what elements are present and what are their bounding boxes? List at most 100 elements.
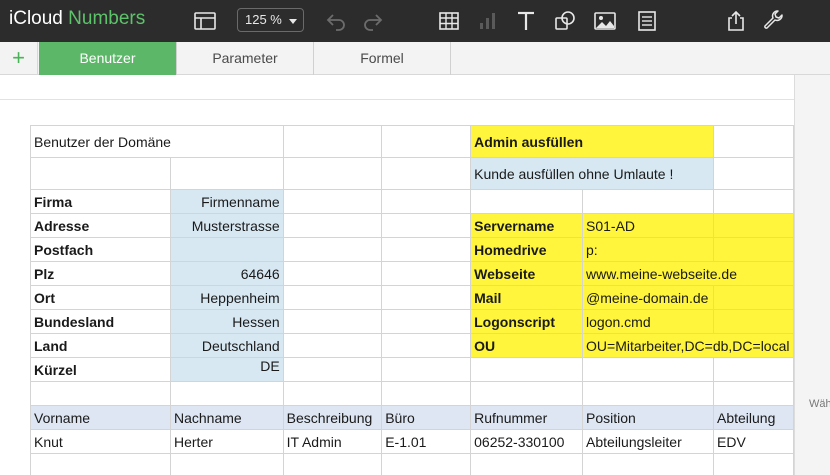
admin-value-mail[interactable]: @meine-domain.de [582,285,714,310]
cell[interactable] [582,453,714,475]
column-header-beschreibung: Beschreibung [282,405,383,430]
cell[interactable] [170,453,284,475]
cell[interactable] [282,213,383,238]
table-cell[interactable]: 06252-330100 [470,429,584,454]
admin-label-logonscript: Logonscript [470,309,584,334]
admin-label-ou: OU [470,333,584,358]
redo-icon[interactable] [361,9,385,33]
cell[interactable] [381,285,472,310]
cell[interactable] [282,381,383,406]
admin-value-servername[interactable]: S01-AD [582,213,714,238]
cell[interactable] [381,189,472,214]
table-icon[interactable] [437,9,461,33]
field-value-firma[interactable]: Firmenname [170,189,284,214]
cell[interactable] [282,157,383,190]
cell[interactable] [470,189,584,214]
table-cell[interactable]: Knut [30,429,171,454]
add-sheet-icon[interactable]: + [0,42,38,75]
column-header-buero: Büro [381,405,472,430]
field-value-land[interactable]: Deutschland [170,333,284,358]
cell[interactable] [713,125,794,158]
customer-hint: Kunde ausfüllen ohne Umlaute ! [470,157,714,190]
table-cell[interactable]: IT Admin [282,429,383,454]
cell[interactable] [282,333,383,358]
cell[interactable] [582,357,714,382]
tab-formel[interactable]: Formel [314,42,451,75]
cell[interactable] [282,189,383,214]
cell[interactable] [713,309,794,334]
app-brand: iCloud [9,8,63,29]
cell[interactable] [713,381,794,406]
admin-value-ou[interactable]: OU=Mitarbeiter,DC=db,DC=local [582,333,794,358]
zoom-value: 125 % [245,12,282,27]
cell[interactable] [713,213,794,238]
column-header-vorname: Vorname [30,405,171,430]
admin-value-logonscript[interactable]: logon.cmd [582,309,714,334]
sheet-canvas[interactable]: Benutzer der Domäne Admin ausfüllen Kund… [0,75,794,475]
cell[interactable] [282,357,383,382]
cell[interactable] [713,453,794,475]
cell[interactable] [381,237,472,262]
field-value-ort[interactable]: Heppenheim [170,285,284,310]
spreadsheet-table[interactable]: Benutzer der Domäne Admin ausfüllen Kund… [30,125,794,475]
chart-icon[interactable] [476,9,500,33]
cell[interactable] [282,125,383,158]
field-label-land: Land [30,333,171,358]
cell[interactable] [470,381,584,406]
share-icon[interactable] [724,9,748,33]
cell[interactable] [381,381,472,406]
cell[interactable] [381,261,472,286]
cell[interactable] [30,157,171,190]
cell[interactable] [282,453,383,475]
tab-benutzer[interactable]: Benutzer [39,42,177,75]
cell[interactable] [381,357,472,382]
table-cell[interactable]: Herter [170,429,284,454]
cell[interactable] [170,381,284,406]
cell[interactable] [170,157,284,190]
comment-icon[interactable] [635,9,659,33]
cell[interactable] [282,261,383,286]
cell[interactable] [582,381,714,406]
field-value-postfach[interactable] [170,237,284,262]
admin-value-homedrive[interactable]: p: [582,237,714,262]
text-icon[interactable] [514,9,538,33]
admin-value-webseite[interactable]: www.meine-webseite.de [582,261,794,286]
cell[interactable] [713,285,794,310]
cell[interactable] [30,381,171,406]
table-cell[interactable]: EDV [713,429,794,454]
cell[interactable] [381,453,472,475]
sheet-tab-bar: + Benutzer Parameter Formel [0,42,830,75]
cell[interactable] [30,453,171,475]
cell[interactable] [470,453,584,475]
cell[interactable] [381,213,472,238]
wrench-icon[interactable] [762,9,786,33]
cell[interactable] [381,125,472,158]
column-header-rufnummer: Rufnummer [470,405,584,430]
cell[interactable] [470,357,584,382]
cell[interactable] [381,309,472,334]
cell[interactable] [381,157,472,190]
app-product-name: Numbers [68,8,146,29]
cell[interactable] [282,237,383,262]
zoom-select[interactable]: 125 % [237,8,304,32]
field-value-adresse[interactable]: Musterstrasse [170,213,284,238]
field-value-plz[interactable]: 64646 [170,261,284,286]
cell[interactable] [282,285,383,310]
field-value-bundesland[interactable]: Hessen [170,309,284,334]
image-icon[interactable] [593,9,617,33]
cell[interactable] [713,189,794,214]
sidebar-icon[interactable] [193,9,217,33]
cell[interactable] [381,333,472,358]
cell[interactable] [282,309,383,334]
cell[interactable] [713,157,794,190]
cell[interactable] [713,237,794,262]
cell[interactable] [713,357,794,382]
table-cell[interactable]: E-1.01 [381,429,472,454]
shape-icon[interactable] [553,9,577,33]
cell[interactable] [582,189,714,214]
table-cell[interactable]: Abteilungsleiter [582,429,714,454]
field-label-postfach: Postfach [30,237,171,262]
tab-parameter[interactable]: Parameter [177,42,314,75]
undo-icon[interactable] [324,9,348,33]
field-value-kuerzel[interactable]: DE [170,357,284,382]
